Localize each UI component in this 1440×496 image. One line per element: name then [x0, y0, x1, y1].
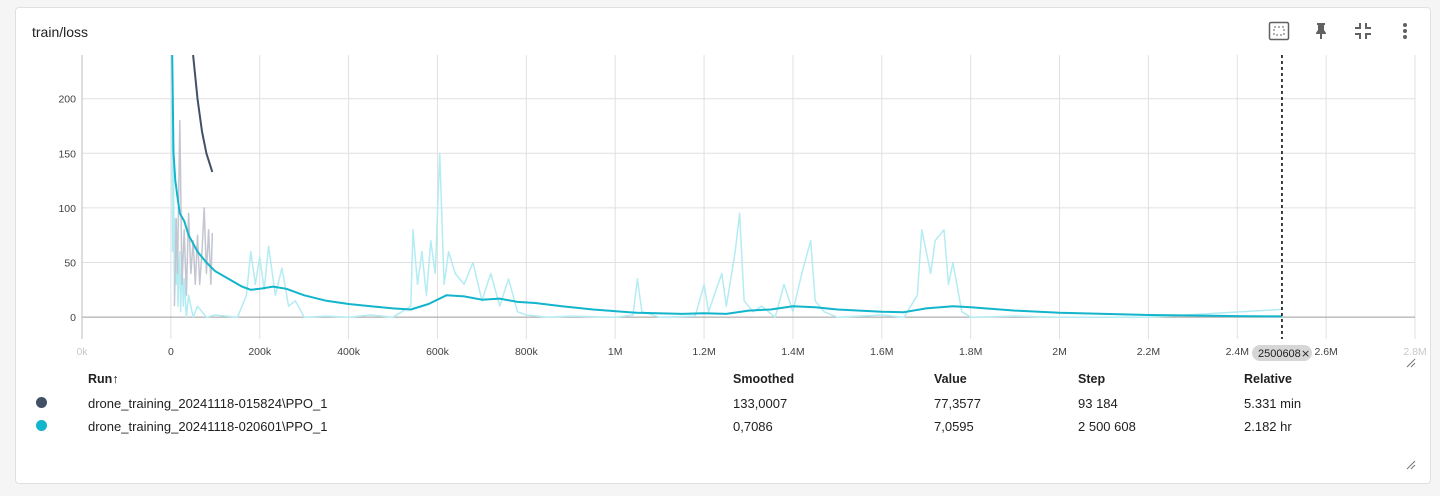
x-tick-label: 0k: [76, 346, 88, 358]
smoothed-cell: 0,7086: [733, 419, 773, 434]
y-tick-label: 150: [58, 148, 76, 160]
x-tick-label: 800k: [515, 346, 539, 358]
step-col-header[interactable]: Step: [1078, 370, 1244, 392]
run-color-dot: [36, 420, 47, 431]
step-cell: 2 500 608: [1078, 419, 1136, 434]
relative-col-header[interactable]: Relative: [1244, 370, 1336, 392]
x-tick-label: 0: [168, 346, 174, 358]
x-tick-label: 2M: [1052, 346, 1067, 358]
value-cell: 77,3577: [934, 396, 981, 411]
hover-step-label: 2500608: [1258, 348, 1301, 360]
x-tick-label: 400k: [337, 346, 361, 358]
sort-arrow-icon: ↑: [112, 372, 119, 386]
y-tick-label: 100: [58, 203, 76, 215]
run-color-cell: [36, 415, 88, 438]
x-tick-label: 200k: [248, 346, 272, 358]
table-header-row: Run↑ Smoothed Value Step Relative: [36, 370, 1336, 392]
relative-cell: 5.331 min: [1244, 396, 1302, 411]
step-cell: 93 184: [1078, 396, 1118, 411]
resize-handle-table[interactable]: [1406, 460, 1416, 470]
x-tick-label: 1.2M: [692, 346, 715, 358]
x-tick-label: 600k: [426, 346, 450, 358]
x-tick-label: 2.8M: [1403, 346, 1426, 358]
x-tick-label: 2.6M: [1314, 346, 1337, 358]
series-1-smoothed-line: [192, 55, 214, 173]
run-color-dot: [36, 397, 47, 408]
y-tick-label: 0: [70, 312, 76, 324]
table-row: drone_training_20241118-020601\PPO_1 0,7…: [36, 415, 1336, 438]
x-tick-label: 1.6M: [870, 346, 893, 358]
x-tick-label: 1.8M: [959, 346, 982, 358]
data-table: Run↑ Smoothed Value Step Relative drone_…: [36, 370, 1336, 438]
color-col-header: [36, 370, 88, 392]
x-tick-label: 2.2M: [1137, 346, 1160, 358]
resize-handle-chart[interactable]: [1406, 358, 1416, 368]
table-row: drone_training_20241118-015824\PPO_1 133…: [36, 392, 1336, 415]
plot-area: [171, 55, 1283, 318]
x-tick-label: 1M: [608, 346, 623, 358]
series-2-smoothed-line: [171, 55, 1283, 318]
run-header-label: Run: [88, 372, 113, 386]
run-col-header[interactable]: Run↑: [88, 370, 733, 392]
value-col-header[interactable]: Value: [934, 370, 1078, 392]
smoothed-col-header[interactable]: Smoothed: [733, 370, 934, 392]
close-icon: ×: [1301, 347, 1310, 360]
run-name-cell: drone_training_20241118-020601\PPO_1: [88, 419, 328, 434]
value-cell: 7,0595: [934, 419, 974, 434]
run-name-cell: drone_training_20241118-015824\PPO_1: [88, 396, 328, 411]
relative-cell: 2.182 hr: [1244, 419, 1292, 434]
line-chart[interactable]: 0k 0 200k 400k 600k 800k 1M 1.2M 1.4M 1.6M 1.8M 2M 2…: [16, 8, 1432, 368]
smoothed-cell: 133,0007: [733, 396, 788, 411]
y-tick-label: 200: [58, 94, 76, 106]
run-color-cell: [36, 392, 88, 415]
scalar-card: train/loss 0k 0 200k 400k 600k 800k 1M 1…: [15, 7, 1431, 484]
x-tick-label: 1.4M: [781, 346, 804, 358]
y-tick-label: 50: [64, 258, 76, 270]
x-tick-label: 2.4M: [1226, 346, 1249, 358]
